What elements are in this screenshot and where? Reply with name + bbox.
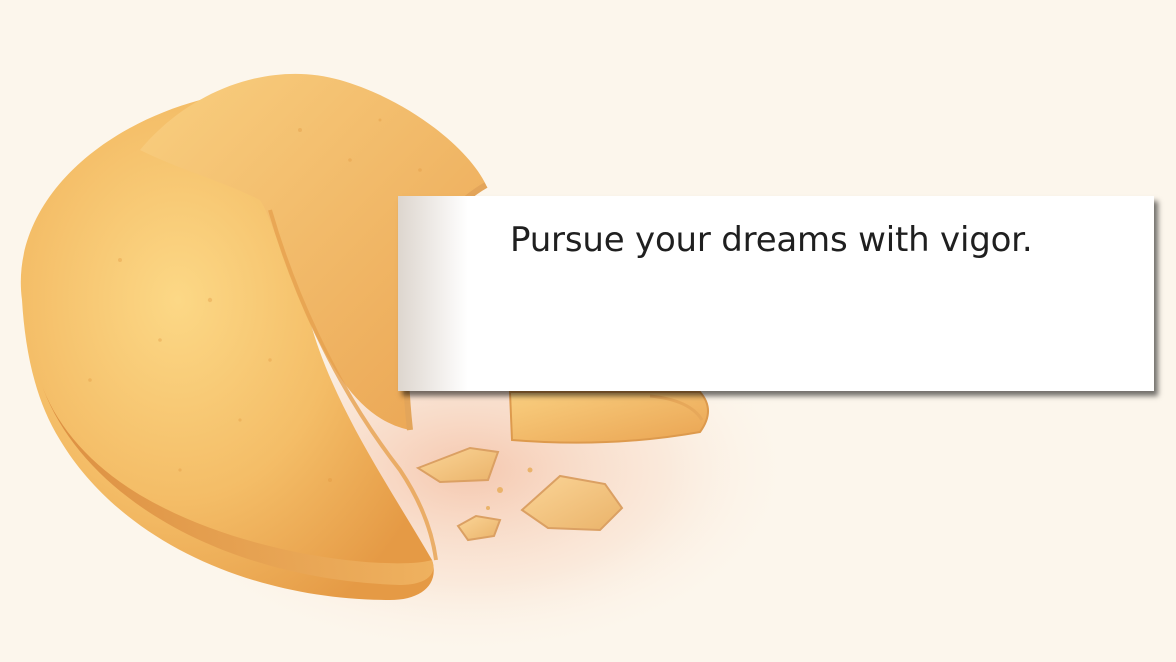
fortune-message: Pursue your dreams with vigor.	[510, 220, 1033, 260]
fortune-cookie-scene: Pursue your dreams with vigor.	[0, 0, 1176, 662]
fortune-slip: Pursue your dreams with vigor.	[398, 196, 1154, 391]
